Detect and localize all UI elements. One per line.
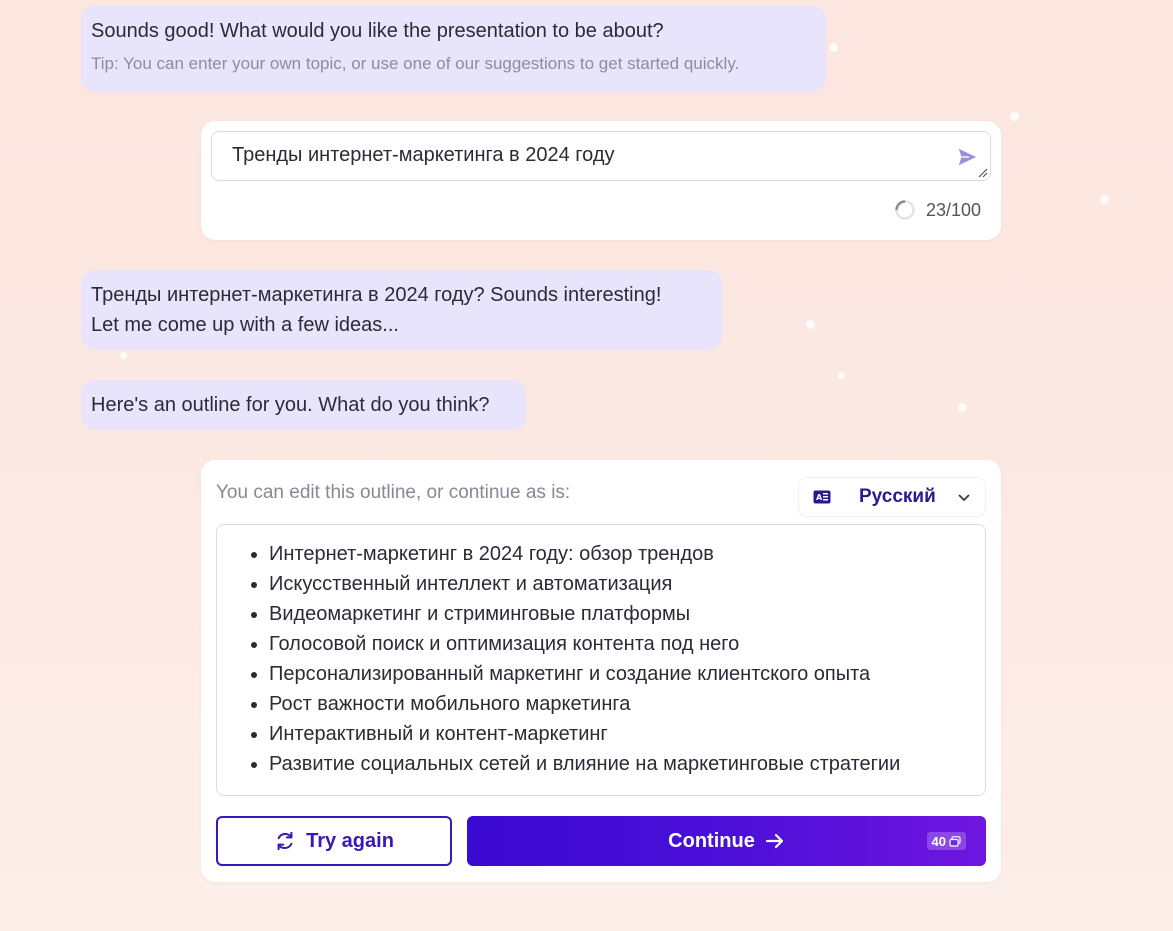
- topic-input[interactable]: Тренды интернет-маркетинга в 2024 году: [211, 131, 991, 181]
- translate-icon: A: [813, 490, 831, 504]
- assistant-message-outline-intro: Here's an outline for you. What do you t…: [81, 380, 526, 430]
- reaction-line-1: Тренды интернет-маркетинга в 2024 году? …: [91, 284, 662, 306]
- outline-item[interactable]: Видеомаркетинг и стриминговые платформы: [269, 599, 965, 629]
- outline-item[interactable]: Интерактивный и контент-маркетинг: [269, 719, 965, 749]
- outline-item[interactable]: Рост важности мобильного маркетинга: [269, 689, 965, 719]
- continue-button[interactable]: Continue 40: [467, 816, 986, 866]
- background-dot: [838, 372, 845, 379]
- outline-list: Интернет-маркетинг в 2024 году: обзор тр…: [237, 539, 965, 779]
- char-counter-text: 23/100: [925, 199, 981, 220]
- background-dot: [958, 403, 967, 412]
- loading-spinner-icon: [895, 200, 915, 220]
- reaction-line-2: Let me come up with a few ideas...: [91, 314, 399, 336]
- continue-label: Continue: [668, 829, 755, 852]
- background-dot: [1100, 195, 1109, 204]
- send-icon[interactable]: [956, 146, 978, 168]
- language-select-value: Русский: [859, 486, 936, 507]
- try-again-button[interactable]: Try again: [216, 816, 452, 866]
- topic-input-value: Тренды интернет-маркетинга в 2024 году: [232, 144, 615, 166]
- background-dot: [120, 352, 127, 359]
- outline-item[interactable]: Развитие социальных сетей и влияние на м…: [269, 749, 965, 779]
- outline-item[interactable]: Голосовой поиск и оптимизация контента п…: [269, 629, 965, 659]
- refresh-icon: [277, 831, 293, 851]
- try-again-label: Try again: [306, 829, 394, 852]
- char-counter: 23/100: [894, 199, 981, 221]
- credit-cost-value: 40: [931, 833, 946, 849]
- credits-icon: [949, 835, 961, 847]
- outline-item[interactable]: Искусственный интеллект и автоматизация: [269, 569, 965, 599]
- background-dot: [806, 320, 815, 329]
- credit-cost-badge: 40: [926, 832, 966, 850]
- chevron-down-icon: [958, 494, 970, 502]
- svg-text:A: A: [816, 493, 823, 502]
- language-select[interactable]: A Русский: [799, 478, 985, 516]
- prompt-text: Sounds good! What would you like the pre…: [91, 20, 664, 42]
- background-dot: [1010, 112, 1019, 121]
- assistant-message-reaction: Тренды интернет-маркетинга в 2024 году? …: [81, 270, 722, 350]
- arrow-right-icon: [765, 833, 783, 849]
- topic-input-card: Тренды интернет-маркетинга в 2024 году 2…: [201, 121, 1001, 240]
- outline-item[interactable]: Персонализированный маркетинг и создание…: [269, 659, 965, 689]
- outline-editor[interactable]: Интернет-маркетинг в 2024 году: обзор тр…: [216, 524, 986, 796]
- outline-item[interactable]: Интернет-маркетинг в 2024 году: обзор тр…: [269, 539, 965, 569]
- outline-instruction: You can edit this outline, or continue a…: [216, 482, 571, 503]
- assistant-message-prompt: Sounds good! What would you like the pre…: [81, 6, 826, 92]
- resize-handle-icon[interactable]: [978, 168, 988, 178]
- tip-text: Tip: You can enter your own topic, or us…: [91, 54, 740, 73]
- outline-intro-text: Here's an outline for you. What do you t…: [91, 394, 490, 416]
- outline-card: You can edit this outline, or continue a…: [201, 460, 1001, 882]
- background-dot: [829, 43, 838, 52]
